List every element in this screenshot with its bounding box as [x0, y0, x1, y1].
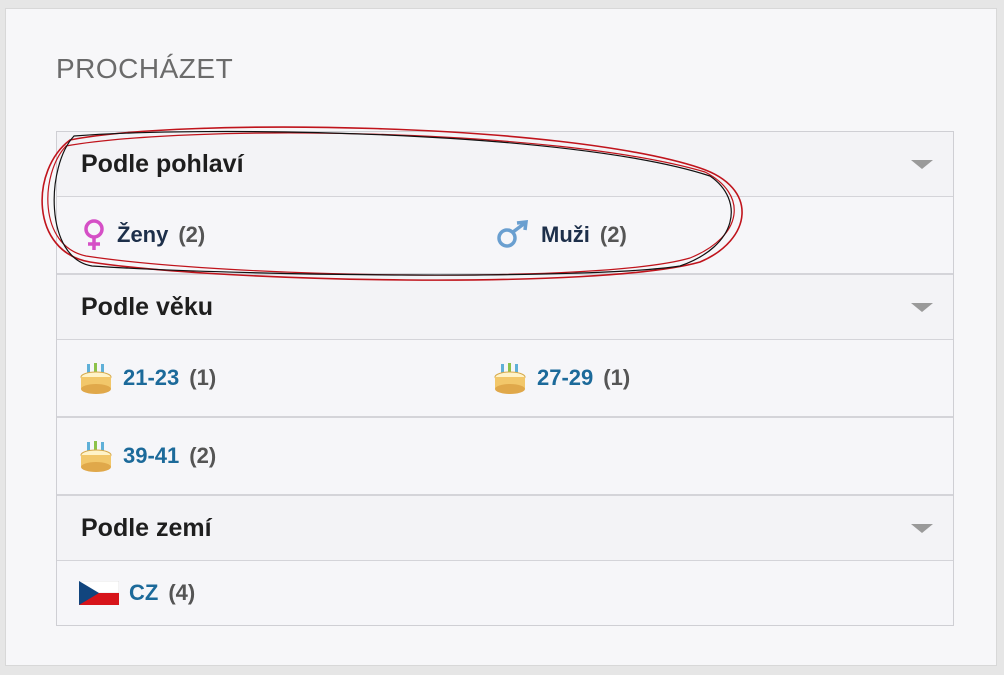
panel-title: PROCHÁZET — [56, 53, 234, 84]
section-header-country[interactable]: Podle zemí — [57, 496, 953, 561]
section-heading: Podle zemí — [81, 514, 212, 542]
filter-count: (4) — [168, 580, 196, 605]
birthday-cake-icon — [494, 363, 526, 394]
filter-link-men[interactable]: Muži (2) — [495, 197, 627, 273]
filter-box: Podle pohlaví Ženy (2) Muži (2) Podle vě… — [56, 131, 954, 626]
filter-label: 21-23 — [123, 365, 180, 390]
birthday-cake-icon — [80, 441, 112, 472]
section-header-gender[interactable]: Podle pohlaví — [57, 132, 953, 197]
section-header-age[interactable]: Podle věku — [57, 275, 953, 340]
list-row: 39-41 (2) — [57, 418, 953, 496]
birthday-cake-icon — [80, 363, 112, 394]
chevron-down-icon[interactable] — [911, 303, 933, 312]
chevron-down-icon[interactable] — [911, 160, 933, 169]
filter-label: CZ — [129, 580, 159, 605]
list-row: Ženy (2) Muži (2) — [57, 197, 953, 275]
filter-link-country-cz[interactable]: CZ (4) — [79, 561, 195, 625]
filter-label: 39-41 — [123, 443, 180, 468]
filter-link-age-39-41[interactable]: 39-41 (2) — [79, 418, 216, 494]
filter-label: 27-29 — [537, 365, 594, 390]
filter-label: Ženy — [117, 222, 169, 247]
czech-flag-icon — [79, 581, 119, 605]
list-row: CZ (4) — [57, 561, 953, 625]
female-symbol-icon — [84, 219, 104, 250]
filter-label: Muži — [541, 222, 590, 247]
filter-count: (2) — [189, 443, 217, 468]
filter-count: (2) — [178, 222, 206, 247]
list-row: 21-23 (1) 27-29 (1) — [57, 340, 953, 418]
section-heading: Podle věku — [81, 293, 213, 321]
chevron-down-icon[interactable] — [911, 524, 933, 533]
section-heading: Podle pohlaví — [81, 150, 244, 178]
filter-link-age-21-23[interactable]: 21-23 (1) — [79, 340, 216, 416]
browse-panel: PROCHÁZET Podle pohlaví Ženy (2) Muži (2… — [5, 8, 997, 666]
filter-link-women[interactable]: Ženy (2) — [81, 197, 205, 273]
filter-count: (2) — [599, 222, 627, 247]
male-symbol-icon — [497, 220, 529, 248]
filter-count: (1) — [603, 365, 631, 390]
filter-link-age-27-29[interactable]: 27-29 (1) — [493, 340, 630, 416]
filter-count: (1) — [189, 365, 217, 390]
